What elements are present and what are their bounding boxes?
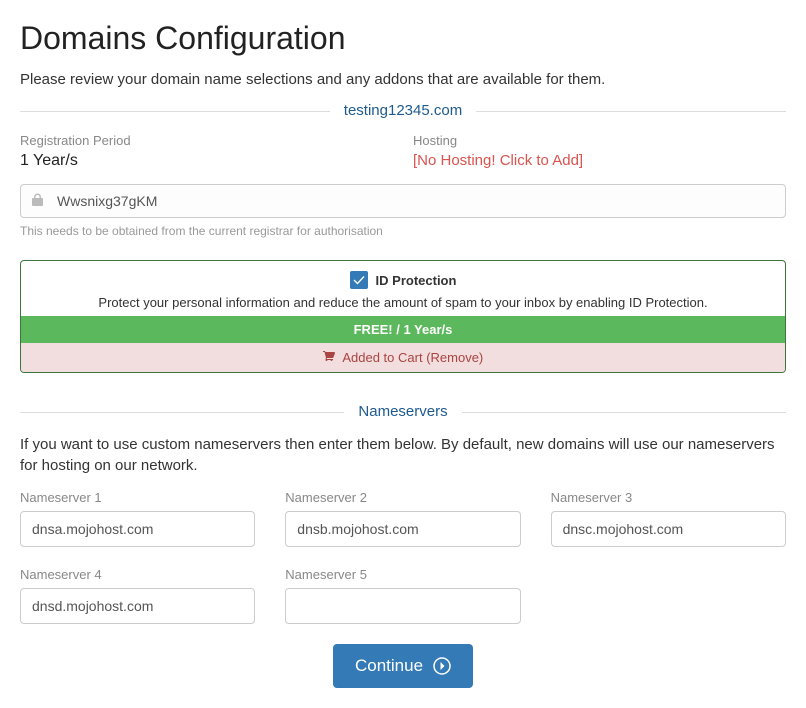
hosting-add-link[interactable]: [No Hosting! Click to Add]: [413, 152, 583, 169]
ns4-input[interactable]: [20, 588, 255, 624]
epp-code-input[interactable]: [20, 184, 786, 218]
addon-remove-link[interactable]: (Remove): [426, 350, 483, 365]
arrow-right-circle-icon: [433, 657, 451, 675]
domain-name: testing12345.com: [330, 102, 476, 119]
id-protection-addon: ID Protection Protect your personal info…: [20, 260, 786, 373]
ns1-input[interactable]: [20, 511, 255, 547]
hosting-label: Hosting: [413, 133, 786, 148]
nameservers-intro: If you want to use custom nameservers th…: [20, 434, 786, 476]
addon-status: Added to Cart (Remove): [21, 343, 785, 372]
ns4-label: Nameserver 4: [20, 567, 255, 582]
registration-value: 1 Year/s: [20, 152, 393, 170]
addon-status-text: Added to Cart: [342, 350, 426, 365]
id-protection-checkbox[interactable]: [350, 271, 368, 289]
continue-button[interactable]: Continue: [333, 644, 473, 688]
addon-description: Protect your personal information and re…: [33, 295, 773, 310]
cart-icon: [323, 350, 339, 365]
continue-label: Continue: [355, 656, 423, 676]
registration-label: Registration Period: [20, 133, 393, 148]
nameservers-title: Nameservers: [344, 403, 461, 420]
ns3-input[interactable]: [551, 511, 786, 547]
nameservers-divider: Nameservers: [20, 403, 786, 420]
ns1-label: Nameserver 1: [20, 490, 255, 505]
ns5-input[interactable]: [285, 588, 520, 624]
epp-help-text: This needs to be obtained from the curre…: [20, 224, 786, 238]
addon-price: FREE! / 1 Year/s: [21, 316, 785, 343]
ns2-label: Nameserver 2: [285, 490, 520, 505]
lock-icon: [32, 193, 43, 209]
intro-text: Please review your domain name selection…: [20, 71, 786, 88]
ns2-input[interactable]: [285, 511, 520, 547]
ns5-label: Nameserver 5: [285, 567, 520, 582]
ns3-label: Nameserver 3: [551, 490, 786, 505]
page-title: Domains Configuration: [20, 20, 786, 57]
domain-divider: testing12345.com: [20, 102, 786, 119]
addon-title: ID Protection: [376, 273, 457, 288]
